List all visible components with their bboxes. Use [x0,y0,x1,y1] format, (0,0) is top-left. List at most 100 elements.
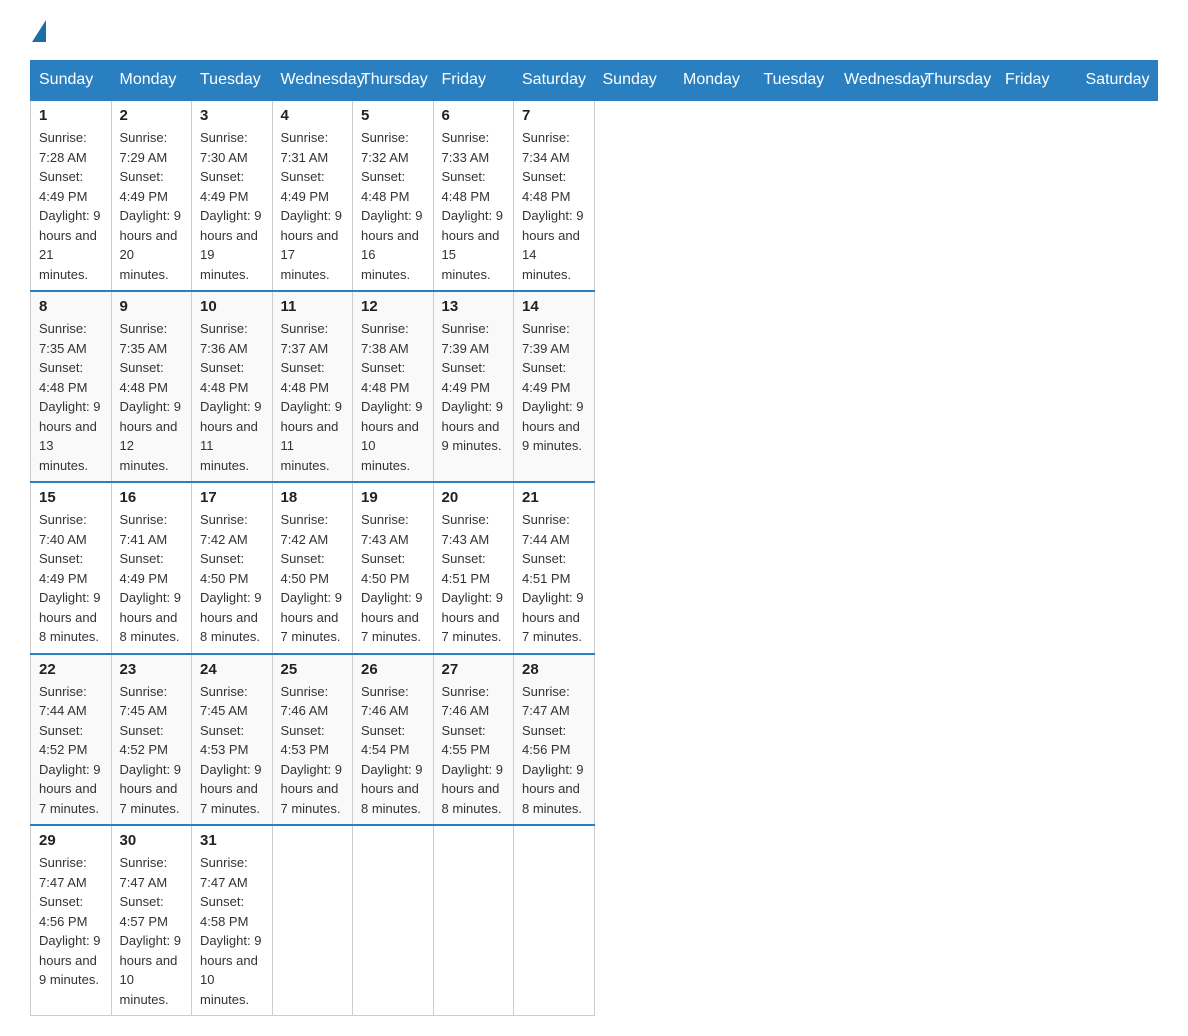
calendar-cell: 20 Sunrise: 7:43 AMSunset: 4:51 PMDayligh… [433,482,514,654]
week-row-5: 29 Sunrise: 7:47 AMSunset: 4:56 PMDayligh… [31,825,1158,1016]
calendar-cell [353,825,434,1016]
calendar-header-row: SundayMondayTuesdayWednesdayThursdayFrid… [31,61,1158,101]
day-number: 15 [39,489,103,506]
day-info: Sunrise: 7:39 AMSunset: 4:49 PMDaylight:… [522,319,586,456]
col-header-thursday: Thursday [916,61,997,101]
day-info: Sunrise: 7:45 AMSunset: 4:53 PMDaylight:… [200,682,264,819]
day-info: Sunrise: 7:46 AMSunset: 4:54 PMDaylight:… [361,682,425,819]
calendar-cell: 4Sunrise: 7:31 AMSunset: 4:49 PMDaylight… [272,100,353,291]
day-number: 29 [39,832,103,849]
calendar-cell: 31Sunrise: 7:47 AMSunset: 4:58 PMDayligh… [192,825,273,1016]
calendar-cell: 13Sunrise: 7:39 AMSunset: 4:49 PMDayligh… [433,291,514,482]
col-header-saturday: Saturday [1077,61,1158,101]
day-number: 2 [120,107,184,124]
calendar-cell: 30Sunrise: 7:47 AMSunset: 4:57 PMDayligh… [111,825,192,1016]
calendar-cell: 21Sunrise: 7:44 AMSunset: 4:51 PMDayligh… [514,482,595,654]
week-row-1: 1 Sunrise: 7:28 AMSunset: 4:49 PMDaylight… [31,100,1158,291]
day-info: Sunrise: 7:34 AMSunset: 4:48 PMDaylight:… [522,128,586,284]
logo [30,20,46,40]
day-info: Sunrise: 7:46 AMSunset: 4:55 PMDaylight:… [442,682,506,819]
day-info: Sunrise: 7:35 AMSunset: 4:48 PMDaylight:… [39,319,103,475]
day-number: 23 [120,661,184,678]
col-header-sunday: Sunday [594,61,675,101]
day-number: 4 [281,107,345,124]
calendar-cell: 17Sunrise: 7:42 AMSunset: 4:50 PMDayligh… [192,482,273,654]
calendar-cell: 28 Sunrise: 7:47 AMSunset: 4:56 PMDayligh… [514,654,595,826]
logo-triangle-icon [32,20,46,42]
day-number: 22 [39,661,103,678]
day-number: 28 [522,661,586,678]
day-info: Sunrise: 7:40 AMSunset: 4:49 PMDaylight:… [39,510,103,647]
day-info: Sunrise: 7:28 AMSunset: 4:49 PMDaylight:… [39,128,103,284]
calendar-cell: 11 Sunrise: 7:37 AMSunset: 4:48 PMDayligh… [272,291,353,482]
calendar-cell: 24 Sunrise: 7:45 AMSunset: 4:53 PMDayligh… [192,654,273,826]
day-info: Sunrise: 7:44 AMSunset: 4:52 PMDaylight:… [39,682,103,819]
week-row-3: 15 Sunrise: 7:40 AMSunset: 4:49 PMDayligh… [31,482,1158,654]
day-info: Sunrise: 7:30 AMSunset: 4:49 PMDaylight:… [200,128,264,284]
calendar-cell [272,825,353,1016]
day-number: 26 [361,661,425,678]
col-header-tuesday: Tuesday [755,61,836,101]
day-number: 17 [200,489,264,506]
day-number: 31 [200,832,264,849]
calendar-cell: 15 Sunrise: 7:40 AMSunset: 4:49 PMDayligh… [31,482,112,654]
calendar-cell: 29 Sunrise: 7:47 AMSunset: 4:56 PMDayligh… [31,825,112,1016]
day-info: Sunrise: 7:45 AMSunset: 4:52 PMDaylight:… [120,682,184,819]
calendar-cell [433,825,514,1016]
day-number: 6 [442,107,506,124]
calendar-cell: 12 Sunrise: 7:38 AMSunset: 4:48 PMDayligh… [353,291,434,482]
day-number: 24 [200,661,264,678]
week-row-2: 8Sunrise: 7:35 AMSunset: 4:48 PMDaylight… [31,291,1158,482]
calendar-table: SundayMondayTuesdayWednesdayThursdayFrid… [30,60,1158,1016]
column-header-tuesday: Tuesday [192,61,273,101]
day-number: 20 [442,489,506,506]
column-header-sunday: Sunday [31,61,112,101]
day-info: Sunrise: 7:32 AMSunset: 4:48 PMDaylight:… [361,128,425,284]
calendar-cell: 16 Sunrise: 7:41 AMSunset: 4:49 PMDayligh… [111,482,192,654]
day-info: Sunrise: 7:37 AMSunset: 4:48 PMDaylight:… [281,319,345,475]
col-header-wednesday: Wednesday [836,61,917,101]
day-number: 18 [281,489,345,506]
day-number: 7 [522,107,586,124]
calendar-cell: 9 Sunrise: 7:35 AMSunset: 4:48 PMDaylight… [111,291,192,482]
calendar-cell: 25 Sunrise: 7:46 AMSunset: 4:53 PMDayligh… [272,654,353,826]
day-number: 3 [200,107,264,124]
day-number: 5 [361,107,425,124]
day-number: 30 [120,832,184,849]
col-header-monday: Monday [675,61,756,101]
calendar-cell: 19Sunrise: 7:43 AMSunset: 4:50 PMDayligh… [353,482,434,654]
calendar-cell: 2Sunrise: 7:29 AMSunset: 4:49 PMDaylight… [111,100,192,291]
day-info: Sunrise: 7:47 AMSunset: 4:56 PMDaylight:… [522,682,586,819]
day-number: 16 [120,489,184,506]
column-header-monday: Monday [111,61,192,101]
day-info: Sunrise: 7:33 AMSunset: 4:48 PMDaylight:… [442,128,506,284]
day-info: Sunrise: 7:35 AMSunset: 4:48 PMDaylight:… [120,319,184,475]
day-number: 11 [281,298,345,315]
day-info: Sunrise: 7:41 AMSunset: 4:49 PMDaylight:… [120,510,184,647]
calendar-cell: 22 Sunrise: 7:44 AMSunset: 4:52 PMDayligh… [31,654,112,826]
day-number: 14 [522,298,586,315]
calendar-cell: 7 Sunrise: 7:34 AMSunset: 4:48 PMDaylight… [514,100,595,291]
day-number: 10 [200,298,264,315]
day-number: 9 [120,298,184,315]
page-header [30,20,1158,40]
day-info: Sunrise: 7:46 AMSunset: 4:53 PMDaylight:… [281,682,345,819]
calendar-cell: 26 Sunrise: 7:46 AMSunset: 4:54 PMDayligh… [353,654,434,826]
day-number: 25 [281,661,345,678]
day-info: Sunrise: 7:42 AMSunset: 4:50 PMDaylight:… [281,510,345,647]
column-header-wednesday: Wednesday [272,61,353,101]
day-info: Sunrise: 7:44 AMSunset: 4:51 PMDaylight:… [522,510,586,647]
calendar-cell: 18 Sunrise: 7:42 AMSunset: 4:50 PMDayligh… [272,482,353,654]
calendar-cell: 3 Sunrise: 7:30 AMSunset: 4:49 PMDaylight… [192,100,273,291]
day-number: 27 [442,661,506,678]
day-number: 1 [39,107,103,124]
day-number: 12 [361,298,425,315]
day-info: Sunrise: 7:43 AMSunset: 4:51 PMDaylight:… [442,510,506,647]
calendar-cell: 23 Sunrise: 7:45 AMSunset: 4:52 PMDayligh… [111,654,192,826]
day-info: Sunrise: 7:36 AMSunset: 4:48 PMDaylight:… [200,319,264,475]
day-info: Sunrise: 7:47 AMSunset: 4:56 PMDaylight:… [39,853,103,990]
calendar-cell: 1 Sunrise: 7:28 AMSunset: 4:49 PMDaylight… [31,100,112,291]
calendar-cell: 14 Sunrise: 7:39 AMSunset: 4:49 PMDayligh… [514,291,595,482]
day-info: Sunrise: 7:38 AMSunset: 4:48 PMDaylight:… [361,319,425,475]
calendar-cell: 8Sunrise: 7:35 AMSunset: 4:48 PMDaylight… [31,291,112,482]
